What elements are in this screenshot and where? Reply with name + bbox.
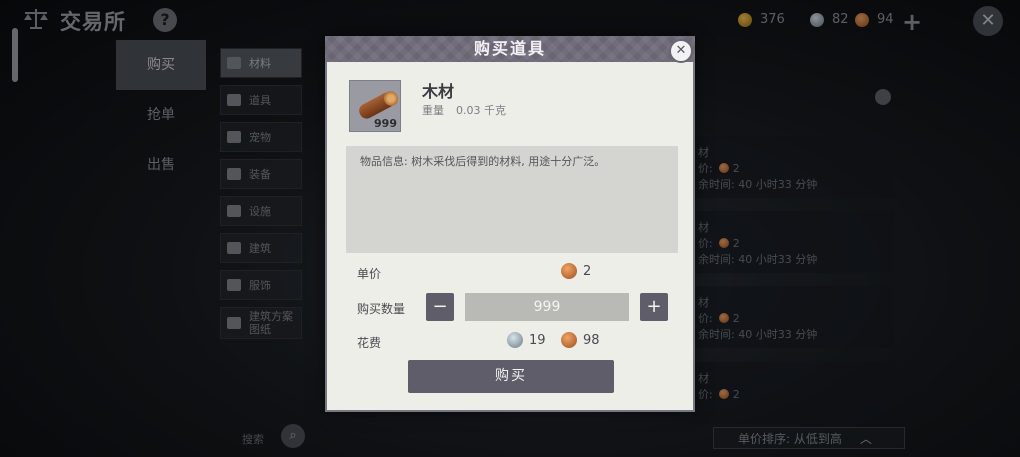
item-stack-count: 999 xyxy=(374,117,397,130)
buy-button[interactable]: 购买 xyxy=(408,360,614,393)
buy-item-dialog: 购买道具 ✕ 999 木材 重量 0.03 千克 物品信息: 树木采伐后得到的材料… xyxy=(325,36,695,412)
silver-coin-icon xyxy=(507,332,523,348)
copper-coin-icon xyxy=(561,263,577,279)
cost-label: 花费 xyxy=(357,336,382,350)
decrease-quantity-button[interactable]: − xyxy=(426,293,454,321)
item-name: 木材 xyxy=(422,82,455,101)
cost-copper: 98 xyxy=(561,332,600,348)
item-weight: 重量 0.03 千克 xyxy=(422,104,506,117)
wood-item-icon: 999 xyxy=(349,80,401,132)
quantity-input[interactable] xyxy=(465,293,629,321)
copper-coin-icon xyxy=(561,332,577,348)
item-description: 物品信息: 树木采伐后得到的材料, 用途十分广泛。 xyxy=(346,146,678,253)
increase-quantity-button[interactable]: + xyxy=(640,293,668,321)
unit-price-label: 单价 xyxy=(357,267,382,281)
dialog-title: 购买道具 xyxy=(325,36,695,62)
unit-price-value: 2 xyxy=(561,263,591,279)
close-icon[interactable]: ✕ xyxy=(669,39,693,63)
quantity-label: 购买数量 xyxy=(357,302,406,316)
cost-silver: 19 xyxy=(507,332,546,348)
